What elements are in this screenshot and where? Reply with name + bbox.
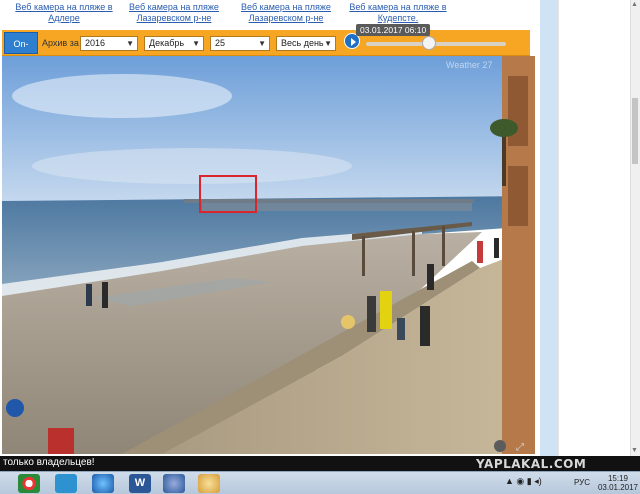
archive-label: Архив за bbox=[42, 38, 79, 48]
clock[interactable]: 15:19 03.01.2017 bbox=[596, 474, 640, 492]
chevron-down-icon: ▼ bbox=[258, 39, 266, 48]
earth-icon[interactable] bbox=[163, 474, 185, 493]
scroll-up-icon[interactable]: ▲ bbox=[631, 1, 638, 8]
clock-time: 15:19 bbox=[607, 474, 629, 483]
vertical-scrollbar[interactable] bbox=[630, 0, 640, 458]
paint-icon[interactable] bbox=[55, 474, 77, 493]
year-value: 2016 bbox=[85, 38, 106, 48]
month-select[interactable]: Декабрь ▼ bbox=[144, 36, 204, 51]
pier-deck bbox=[184, 199, 474, 203]
bollard bbox=[341, 315, 355, 329]
time-slider-handle[interactable] bbox=[422, 36, 436, 50]
scroll-down-icon[interactable]: ▼ bbox=[631, 447, 638, 454]
side-blank bbox=[558, 0, 630, 458]
tray-icons[interactable]: ▲ ◉ ▮ ◂) bbox=[505, 476, 542, 487]
chevron-down-icon: ▼ bbox=[324, 39, 332, 48]
period-select[interactable]: Весь день ▼ bbox=[276, 36, 336, 51]
side-panel bbox=[540, 0, 558, 458]
globe-icon[interactable] bbox=[92, 474, 114, 493]
timestamp-tooltip: 03.01.2017 06:10 bbox=[356, 24, 431, 36]
palm-leaves bbox=[490, 119, 518, 137]
camera-links-bar: Веб камера на пляже в Адлере Веб камера … bbox=[0, 0, 540, 30]
clock-date: 03.01.2017 bbox=[597, 483, 639, 492]
month-value: Декабрь bbox=[149, 38, 185, 48]
buoy bbox=[6, 399, 24, 417]
link-adler-camera[interactable]: Веб камера на пляже в Адлере bbox=[14, 2, 114, 24]
pergola-post bbox=[442, 226, 445, 266]
banner-text: только владельцев! bbox=[3, 457, 95, 468]
online-button[interactable]: On-Line bbox=[4, 32, 38, 71]
chevron-down-icon: ▼ bbox=[126, 39, 134, 48]
site-watermark: YAPLAKAL.COM bbox=[476, 457, 587, 471]
browser-window: Веб камера на пляже в Адлере Веб камера … bbox=[0, 0, 640, 494]
building-window bbox=[508, 166, 528, 226]
year-select[interactable]: 2016 ▼ bbox=[80, 36, 138, 51]
word-icon[interactable]: W bbox=[129, 474, 151, 493]
scrollbar-thumb[interactable] bbox=[632, 98, 638, 164]
camera-icon[interactable] bbox=[494, 440, 506, 452]
pergola-post bbox=[362, 236, 365, 276]
beach-scene: ⤢ bbox=[2, 56, 535, 454]
link-kudepsta-camera[interactable]: Веб камера на пляже в Кудепсте. bbox=[348, 2, 448, 24]
period-value: Весь день bbox=[281, 38, 324, 48]
link-lazarevskoe-camera-1[interactable]: Веб камера на пляже Лазаревском р-не bbox=[124, 2, 224, 24]
camera-overlay-label: Weather 27 bbox=[446, 60, 493, 70]
windows-taskbar: W ▲ ◉ ▮ ◂) РУС 15:19 03.01.2017 bbox=[0, 471, 640, 494]
language-indicator[interactable]: РУС bbox=[574, 478, 590, 487]
cloud bbox=[12, 74, 232, 118]
pergola-post bbox=[412, 231, 415, 276]
palette-icon[interactable] bbox=[198, 474, 220, 493]
day-select[interactable]: 25 ▼ bbox=[210, 36, 270, 51]
chevron-down-icon: ▼ bbox=[192, 39, 200, 48]
webcam-view[interactable]: ⤢ bbox=[2, 56, 535, 454]
pier-supports bbox=[202, 203, 472, 211]
chrome-icon[interactable] bbox=[18, 474, 40, 493]
cloud bbox=[32, 148, 352, 184]
fullscreen-icon[interactable]: ⤢ bbox=[516, 442, 524, 453]
link-lazarevskoe-camera-2[interactable]: Веб камера на пляже Лазаревском р-не bbox=[236, 2, 336, 24]
day-value: 25 bbox=[215, 38, 226, 48]
time-slider-track[interactable] bbox=[366, 42, 506, 46]
